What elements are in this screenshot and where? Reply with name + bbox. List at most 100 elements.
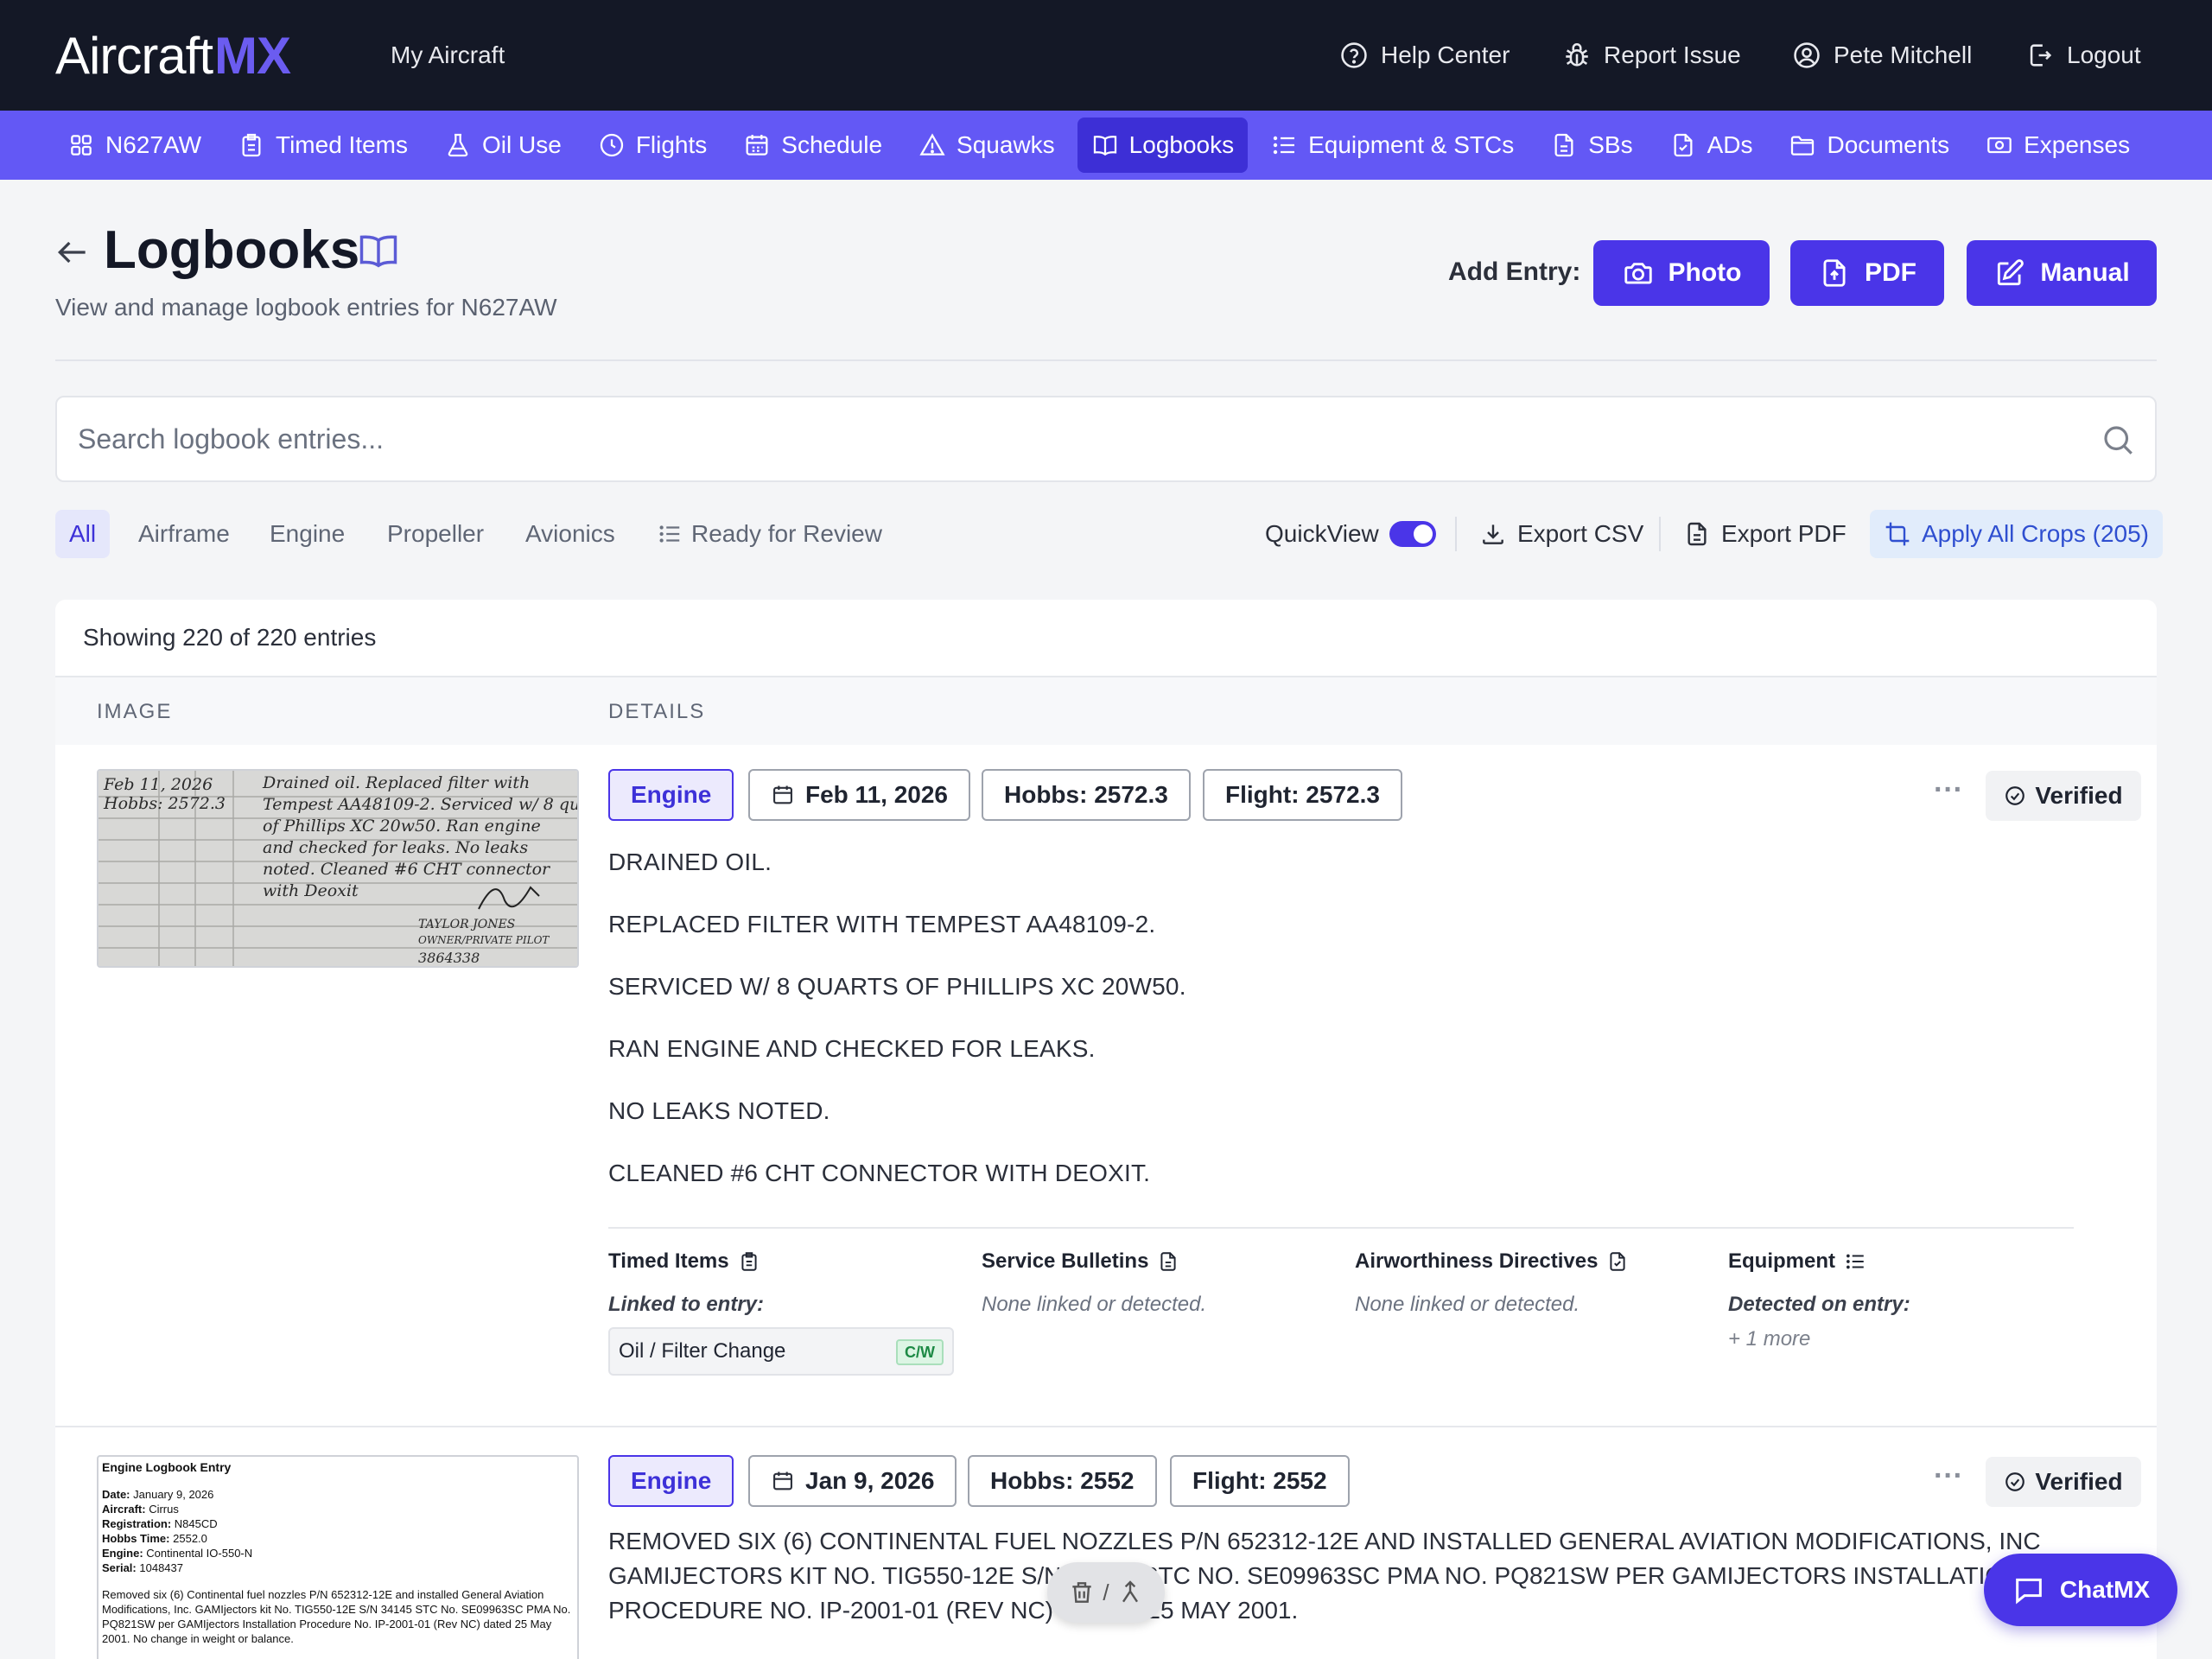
hw-sig-name: TAYLOR JONES [418,918,515,931]
search-input[interactable] [78,397,2065,480]
clipboard-icon [242,133,261,157]
doc-engine: Continental IO-550-N [146,1547,253,1560]
nav-item-timed-items[interactable]: Timed Items [224,118,422,173]
chatmx-button[interactable]: ChatMX [1984,1554,2177,1626]
entry-text-line: CLEANED #6 CHT CONNECTOR WITH DEOXIT. [608,1160,1151,1186]
document-icon [1160,1252,1176,1271]
toolbar-slash: / [1103,1579,1109,1605]
entry-date-badge[interactable]: Feb 11, 2026 [748,769,971,821]
entry-date: Jan 9, 2026 [805,1467,935,1494]
nav-item-label: Squawks [957,131,1055,158]
doc-body: Removed six (6) Continental fuel nozzles… [102,1588,571,1645]
nav-item-ads[interactable]: ADs [1656,118,1767,173]
nav-item-squawks[interactable]: Squawks [905,118,1069,173]
list-icon [1847,1254,1864,1269]
add-manual-button[interactable]: Manual [1967,240,2157,306]
add-entry-label: Add Entry: [1448,257,1581,286]
entry-type-badge[interactable]: Engine [608,769,734,821]
trash-icon[interactable] [1068,1579,1096,1606]
quickview-toggle[interactable] [1389,521,1436,547]
help-center-link[interactable]: Help Center [1339,0,1510,111]
timed-items-sub: Linked to entry: [608,1293,765,1316]
nav-item-schedule[interactable]: Schedule [729,118,896,173]
airworthiness-directives-title: Airworthiness Directives [1355,1249,1599,1273]
file-upload-icon [1823,259,1846,287]
entry-text-line: DRAINED OIL. [608,849,772,875]
entry-links-divider [608,1227,2074,1229]
search-icon[interactable] [2100,422,2136,458]
merge-icon[interactable] [1116,1579,1144,1606]
doc-title: Engine Logbook Entry [102,1460,232,1474]
more-options-icon[interactable]: ··· [1927,775,1970,807]
filter-ready-label: Ready for Review [691,520,882,547]
my-aircraft-link[interactable]: My Aircraft [391,0,505,111]
list-icon [659,525,680,543]
nav-item-flights[interactable]: Flights [584,118,721,173]
nav-item-sbs[interactable]: SBs [1536,118,1646,173]
filter-engine[interactable]: Engine [256,510,359,558]
entry-text-line: SERVICED W/ 8 QUARTS OF PHILLIPS XC 20W5… [608,973,1186,1000]
export-pdf-button[interactable]: Export PDF [1683,510,1847,558]
filter-avionics-label: Avionics [525,520,615,547]
filter-propeller-label: Propeller [387,520,485,547]
report-issue-link[interactable]: Report Issue [1562,0,1741,111]
more-options-icon[interactable]: ··· [1927,1461,1970,1493]
equipment-heading: Equipment [1728,1249,1866,1274]
aircraft-nav: N627AW Timed Items Oil Use Flights Schedule S… [0,111,2212,180]
entry-type-badge[interactable]: Engine [608,1455,734,1507]
calendar-icon [746,135,768,156]
page-subtitle: View and manage logbook entries for N627… [55,294,557,321]
edit-icon [1998,259,2024,286]
verified-badge[interactable]: Verified [1986,771,2141,821]
entry-date-badge[interactable]: Jan 9, 2026 [748,1455,957,1507]
file-check-icon [1610,1252,1625,1271]
doc-engine-label: Engine: [102,1547,143,1560]
verified-badge[interactable]: Verified [1986,1457,2141,1507]
book-icon [1093,136,1116,156]
apply-all-crops-button[interactable]: Apply All Crops (205) [1870,510,2164,558]
nav-item-expenses[interactable]: Expenses [1972,118,2144,173]
add-pdf-button[interactable]: PDF [1790,240,1944,306]
equipment-more-link[interactable]: + 1 more [1728,1327,1810,1351]
money-icon [1987,137,2012,154]
download-icon [1483,524,1503,544]
service-bulletins-title: Service Bulletins [982,1249,1149,1273]
nav-item-label: SBs [1588,131,1633,158]
nav-item-documents[interactable]: Documents [1775,118,1963,173]
filter-airframe[interactable]: Airframe [124,510,244,558]
user-menu[interactable]: Pete Mitchell [1792,0,1972,111]
service-bulletins-heading: Service Bulletins [982,1249,1179,1274]
logout-link[interactable]: Logout [2025,0,2141,111]
warning-icon [919,133,945,156]
doc-serial: 1048437 [139,1561,183,1574]
airworthiness-directives-heading: Airworthiness Directives [1355,1249,1629,1274]
tool-separator [1659,517,1661,551]
filter-propeller[interactable]: Propeller [373,510,498,558]
entry-image-thumbnail[interactable]: Engine Logbook Entry Date: January 9, 20… [97,1455,579,1659]
bug-icon [1566,42,1588,67]
my-aircraft-label: My Aircraft [391,41,505,68]
document-icon [1554,133,1573,157]
top-bar: Aircraft MX My Aircraft Help Center Repor… [0,0,2212,111]
nav-item-equipment-stcs[interactable]: Equipment & STCs [1256,118,1528,173]
photo-label: Photo [1668,258,1742,287]
nav-item-logbooks[interactable]: Logbooks [1077,118,1249,173]
filter-ready-for-review[interactable]: Ready for Review [643,510,896,558]
filter-all[interactable]: All [55,510,111,558]
nav-item-n627aw[interactable]: N627AW [54,118,215,173]
filter-avionics[interactable]: Avionics [512,510,629,558]
help-center-label: Help Center [1381,41,1510,68]
entry-image-thumbnail[interactable]: Feb 11, 2026 Hobbs: 2572.3 Drained oil. … [97,769,579,968]
table-header: IMAGE DETAILS [55,676,2157,745]
book-icon [359,235,397,268]
nav-item-label: Timed Items [276,131,409,158]
linked-timed-item[interactable]: Oil / Filter Change C/W [608,1327,954,1376]
add-photo-button[interactable]: Photo [1593,240,1770,306]
nav-item-oil-use[interactable]: Oil Use [430,118,575,173]
verified-label: Verified [2035,782,2123,809]
brand-logo[interactable]: Aircraft MX [55,26,291,86]
doc-hobbs: 2552.0 [173,1532,207,1545]
export-csv-button[interactable]: Export CSV [1479,510,1643,558]
list-icon [1273,136,1295,155]
back-arrow-icon[interactable] [54,233,92,271]
